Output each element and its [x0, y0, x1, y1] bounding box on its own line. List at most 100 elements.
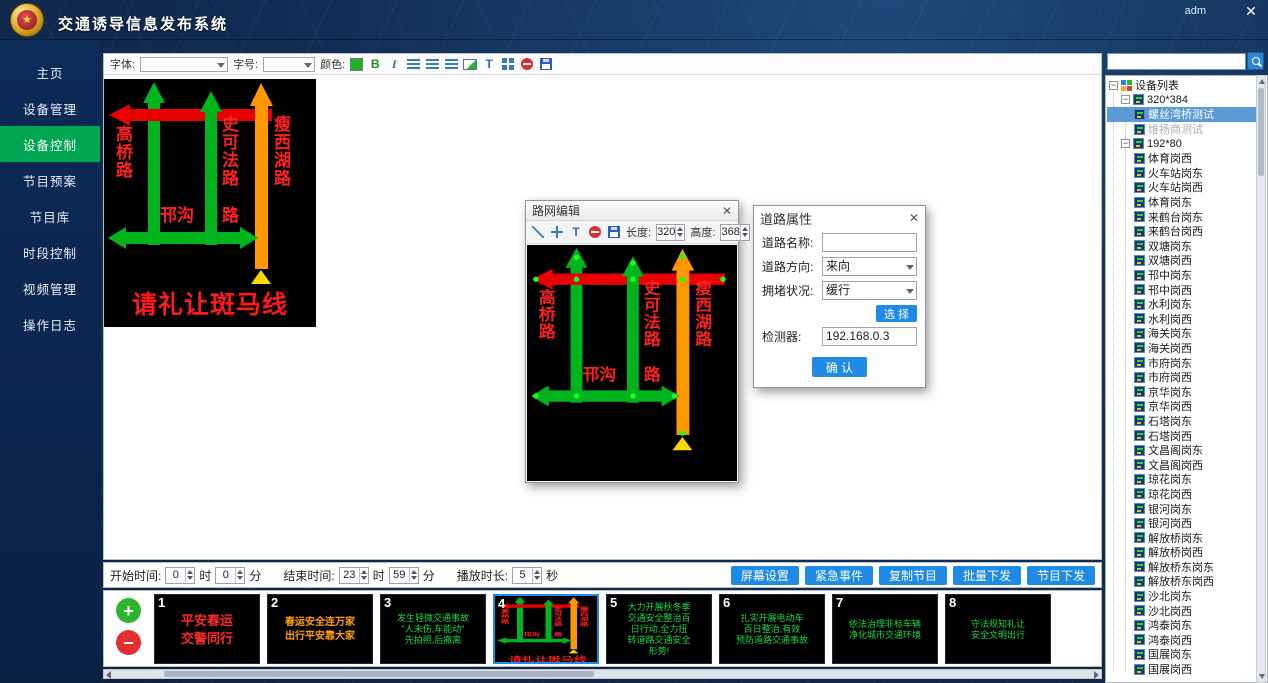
italic-button[interactable]: I: [387, 57, 401, 72]
tree-device[interactable]: 京华岗东: [1107, 384, 1256, 399]
text-tool-button[interactable]: T: [482, 57, 496, 72]
tree-device[interactable]: 火车站岗西: [1107, 180, 1256, 195]
scrollbar-thumb[interactable]: [1258, 88, 1264, 176]
user-name[interactable]: adm: [1185, 5, 1206, 17]
tree-device[interactable]: 鸿泰岗东: [1107, 618, 1256, 633]
tree-device-offline[interactable]: 维扬商测试: [1107, 122, 1256, 137]
dialog-titlebar[interactable]: 路网编辑 ✕: [526, 201, 738, 221]
tree-device[interactable]: 水利岗东: [1107, 297, 1256, 312]
close-icon[interactable]: ✕: [722, 204, 732, 218]
remove-program-button[interactable]: −: [116, 630, 141, 655]
tree-device[interactable]: 海关岗西: [1107, 341, 1256, 356]
dialog-titlebar[interactable]: 道路属性 ✕: [754, 206, 925, 230]
align-left-button[interactable]: [406, 57, 420, 72]
align-right-button[interactable]: [444, 57, 458, 72]
tree-device[interactable]: 邗中岗东: [1107, 268, 1256, 283]
draw-line-button[interactable]: [531, 225, 545, 240]
program-thumb-5[interactable]: 5 大力开展秋冬季交通安全整治百日行动,全力扭转道路交通安全形势!: [606, 594, 712, 664]
collapse-icon[interactable]: [1109, 81, 1118, 90]
scroll-right-icon[interactable]: [1094, 671, 1099, 679]
sidebar-item-time-control[interactable]: 时段控制: [0, 234, 100, 270]
congestion-select[interactable]: 缓行: [822, 281, 917, 300]
program-thumb-7[interactable]: 7 依法治理非标车辆净化城市交通环境: [832, 594, 938, 664]
sidebar-item-program-library[interactable]: 节目库: [0, 198, 100, 234]
color-swatch[interactable]: [350, 58, 363, 71]
scroll-down-icon[interactable]: [1259, 674, 1265, 679]
program-thumb-2[interactable]: 2 春运安全连万家出行平安靠大家: [267, 594, 373, 664]
collapse-icon[interactable]: [1121, 139, 1130, 148]
screen-settings-button[interactable]: 屏幕设置: [731, 566, 799, 585]
tree-group-192x80[interactable]: 192*80: [1107, 136, 1256, 151]
tree-device[interactable]: 解放桥东岗东: [1107, 560, 1256, 575]
bold-button[interactable]: B: [368, 57, 382, 72]
tree-device[interactable]: 水利岗西: [1107, 312, 1256, 327]
send-program-button[interactable]: 节目下发: [1027, 566, 1095, 585]
road-name-input[interactable]: [822, 233, 917, 252]
sidebar-item-video-management[interactable]: 视频管理: [0, 270, 100, 306]
program-thumb-4[interactable]: 4: [493, 594, 599, 664]
emergency-event-button[interactable]: 紧急事件: [805, 566, 873, 585]
font-size-select[interactable]: [263, 57, 315, 72]
grid-button[interactable]: [501, 57, 515, 72]
sidebar-item-operation-log[interactable]: 操作日志: [0, 306, 100, 342]
spinner-arrows[interactable]: [740, 225, 749, 240]
tree-device[interactable]: 国展岗东: [1107, 647, 1256, 662]
program-thumb-3[interactable]: 3 发生轻微交通事故"人未伤,车能动"先拍照,后撤离: [380, 594, 486, 664]
program-thumb-8[interactable]: 8 守法规知礼让安全文明出行: [945, 594, 1051, 664]
insert-image-button[interactable]: [463, 57, 477, 72]
batch-send-button[interactable]: 批量下发: [953, 566, 1021, 585]
text-tool-button[interactable]: T: [569, 225, 583, 240]
spinner-arrows[interactable]: [185, 568, 194, 583]
start-hour-spinner[interactable]: 0: [165, 567, 195, 584]
add-program-button[interactable]: +: [116, 598, 141, 623]
tree-device[interactable]: 沙北岗西: [1107, 603, 1256, 618]
save-button[interactable]: [539, 57, 553, 72]
spinner-arrows[interactable]: [359, 568, 368, 583]
tree-device[interactable]: 石塔岗西: [1107, 428, 1256, 443]
collapse-icon[interactable]: [1121, 95, 1130, 104]
detector-input[interactable]: 192.168.0.3: [822, 327, 917, 346]
copy-program-button[interactable]: 复制节目: [879, 566, 947, 585]
sidebar-item-program-plan[interactable]: 节目预案: [0, 162, 100, 198]
tree-root[interactable]: 设备列表: [1107, 78, 1256, 93]
road-direction-select[interactable]: 来向: [822, 257, 917, 276]
scroll-up-icon[interactable]: [1259, 79, 1265, 84]
confirm-button[interactable]: 确 认: [812, 357, 867, 377]
spinner-arrows[interactable]: [675, 225, 684, 240]
delete-button[interactable]: [588, 225, 602, 240]
tree-device[interactable]: 邗中岗西: [1107, 282, 1256, 297]
tree-device[interactable]: 文昌阁岗西: [1107, 457, 1256, 472]
delete-button[interactable]: [520, 57, 534, 72]
tree-device[interactable]: 解放桥岗东: [1107, 530, 1256, 545]
device-search-input[interactable]: [1107, 53, 1246, 70]
select-detector-button[interactable]: 选 择: [876, 305, 917, 322]
tree-group-320x384[interactable]: 320*384: [1107, 93, 1256, 108]
tree-device[interactable]: 体育岗西: [1107, 151, 1256, 166]
end-minute-spinner[interactable]: 59: [389, 567, 419, 584]
start-minute-spinner[interactable]: 0: [215, 567, 245, 584]
tree-device[interactable]: 国展岗西: [1107, 662, 1256, 677]
tree-device[interactable]: 石塔岗东: [1107, 414, 1256, 429]
tree-device[interactable]: 琼花岗东: [1107, 472, 1256, 487]
program-thumb-1[interactable]: 1 平安春运交警同行: [154, 594, 260, 664]
close-icon[interactable]: ✕: [909, 211, 919, 225]
tree-device[interactable]: 市府岗西: [1107, 370, 1256, 385]
tree-device[interactable]: 双塘岗西: [1107, 253, 1256, 268]
font-family-select[interactable]: [140, 57, 228, 72]
tree-device[interactable]: 文昌阁岗东: [1107, 443, 1256, 458]
tree-device[interactable]: 琼花岗西: [1107, 487, 1256, 502]
tree-device[interactable]: 京华岗西: [1107, 399, 1256, 414]
end-hour-spinner[interactable]: 23: [339, 567, 369, 584]
scroll-left-icon[interactable]: [106, 671, 111, 679]
spinner-arrows[interactable]: [235, 568, 244, 583]
program-thumb-6[interactable]: 6 扎实开展电动车百日整治,有效预防道路交通事故: [719, 594, 825, 664]
tree-device[interactable]: 火车站岗东: [1107, 166, 1256, 181]
tree-device[interactable]: 解放桥东岗西: [1107, 574, 1256, 589]
tree-device[interactable]: 沙北岗东: [1107, 589, 1256, 604]
save-button[interactable]: [607, 225, 621, 240]
length-spinner[interactable]: 320: [656, 224, 685, 241]
sidebar-item-device-control[interactable]: 设备控制: [0, 126, 100, 162]
tree-device[interactable]: 来鹤台岗东: [1107, 209, 1256, 224]
tree-device[interactable]: 市府岗东: [1107, 355, 1256, 370]
tree-scrollbar[interactable]: [1256, 75, 1266, 683]
